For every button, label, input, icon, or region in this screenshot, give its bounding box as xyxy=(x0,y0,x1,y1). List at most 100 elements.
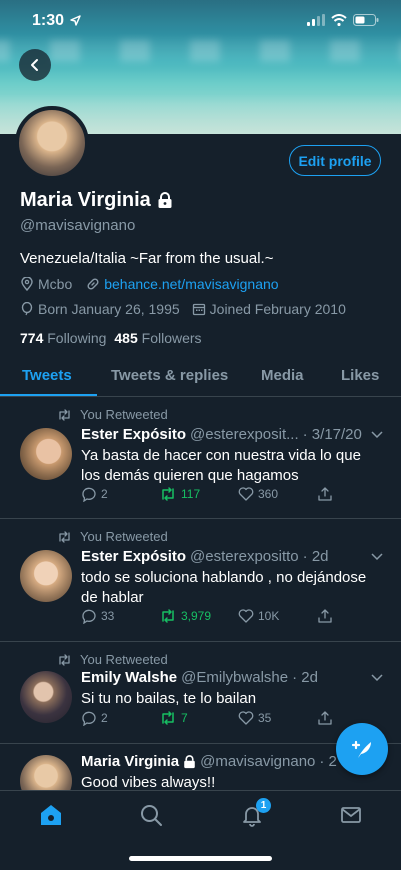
retweet-button[interactable]: 7 xyxy=(159,711,188,725)
reply-icon xyxy=(82,609,96,624)
reply-button[interactable]: 2 xyxy=(81,711,108,726)
tweet-author-handle: @esterexposit... xyxy=(190,426,299,443)
retweet-icon xyxy=(162,487,174,501)
chevron-left-icon xyxy=(31,59,38,71)
retweet-count: 7 xyxy=(181,711,188,725)
retweet-indicator: You Retweeted xyxy=(57,652,168,667)
reply-button[interactable]: 33 xyxy=(81,609,114,624)
status-indicators xyxy=(307,14,379,26)
share-icon xyxy=(318,711,332,725)
edit-profile-button[interactable]: Edit profile xyxy=(289,145,381,176)
tweet-author-name[interactable]: Maria Virginia xyxy=(81,753,179,770)
mail-icon[interactable] xyxy=(339,803,363,827)
retweet-count: 3,979 xyxy=(181,609,212,623)
tweet-header: Ester Expósito @esterexposit... · 3/17/2… xyxy=(81,426,362,443)
reply-icon xyxy=(82,487,96,502)
tweet-item[interactable]: You Retweeted Ester Expósito @esterexpos… xyxy=(0,398,401,519)
search-icon[interactable] xyxy=(139,803,163,827)
followers-label: Followers xyxy=(141,330,202,346)
reply-count: 33 xyxy=(101,609,115,623)
retweet-small-icon xyxy=(59,653,70,666)
share-button[interactable] xyxy=(317,710,333,726)
calendar-icon xyxy=(192,303,205,316)
tweet-author-name[interactable]: Ester Expósito xyxy=(81,548,186,565)
location-arrow-icon xyxy=(70,15,81,26)
tweet-item[interactable]: You Retweeted Ester Expósito @esterexpos… xyxy=(0,520,401,642)
reply-count: 2 xyxy=(101,711,108,725)
tweet-author-name[interactable]: Emily Walshe xyxy=(81,669,177,686)
share-icon xyxy=(318,487,332,501)
tweet-header: Emily Walshe @Emilybwalshe · 2d xyxy=(81,669,318,686)
profile-meta-row: Mcbo behance.net/mavisavignano xyxy=(20,276,279,292)
wifi-icon xyxy=(331,14,347,26)
like-button[interactable]: 10K xyxy=(238,609,279,623)
lock-icon xyxy=(184,754,195,768)
share-button[interactable] xyxy=(317,486,333,502)
tweet-author-name[interactable]: Ester Expósito xyxy=(81,426,186,443)
tweet-avatar[interactable] xyxy=(20,755,72,791)
chevron-down-icon[interactable] xyxy=(371,431,383,439)
retweet-icon xyxy=(162,609,174,623)
profile-joined-date: Joined February 2010 xyxy=(209,301,346,317)
profile-tabs: Tweets Tweets & replies Media Likes xyxy=(0,357,401,397)
tweet-text: Ya basta de hacer con nuestra vida lo qu… xyxy=(81,447,361,484)
tweet-author-handle: @esterexpositto xyxy=(190,548,299,565)
compose-tweet-button[interactable] xyxy=(336,723,388,775)
location-pin-icon xyxy=(21,277,33,291)
following-link[interactable]: 774 Following xyxy=(20,330,106,346)
reply-button[interactable]: 2 xyxy=(81,487,108,502)
profile-birthdate: Born January 26, 1995 xyxy=(38,301,180,317)
tweet-item[interactable]: You Retweeted Emily Walshe @Emilybwalshe… xyxy=(0,643,401,744)
retweet-icon xyxy=(162,711,174,725)
heart-icon xyxy=(238,609,254,623)
tweet-header: Ester Expósito @esterexpositto · 2d xyxy=(81,548,329,565)
chevron-down-icon[interactable] xyxy=(371,674,383,682)
tweet-header: Maria Virginia @mavisavignano · 2 xyxy=(81,753,337,770)
back-button[interactable] xyxy=(19,49,51,81)
retweet-label: You Retweeted xyxy=(80,652,168,667)
profile-location: Mcbo xyxy=(38,276,73,292)
like-count: 360 xyxy=(258,487,279,501)
tab-likes[interactable]: Likes xyxy=(341,367,379,384)
like-count: 35 xyxy=(258,711,272,725)
followers-count: 485 xyxy=(114,330,138,346)
profile-website-link[interactable]: behance.net/mavisavignano xyxy=(104,276,278,292)
followers-link[interactable]: 485 Followers xyxy=(114,330,201,346)
chevron-down-icon[interactable] xyxy=(371,553,383,561)
home-icon[interactable] xyxy=(39,803,63,827)
cellular-signal-icon xyxy=(307,14,325,26)
retweet-small-icon xyxy=(59,408,70,421)
tweet-avatar[interactable] xyxy=(20,428,72,480)
balloon-icon xyxy=(21,302,33,316)
tab-tweets[interactable]: Tweets xyxy=(22,367,72,384)
link-icon xyxy=(87,278,99,290)
profile-bio: Venezuela/Italia ~Far from the usual.~ xyxy=(20,250,274,267)
tweet-time: · 2 xyxy=(319,753,337,770)
tab-media[interactable]: Media xyxy=(261,367,304,384)
share-button[interactable] xyxy=(317,608,333,624)
retweet-button[interactable]: 3,979 xyxy=(159,609,211,623)
tweet-avatar[interactable] xyxy=(20,671,72,723)
status-bar: 1:30 xyxy=(0,0,401,44)
tab-tweets-replies[interactable]: Tweets & replies xyxy=(111,367,228,384)
profile-name-row: Maria Virginia xyxy=(20,189,173,212)
active-tab-indicator xyxy=(0,394,97,396)
tweet-text: todo se soluciona hablando , no dejándos… xyxy=(81,569,367,606)
like-count: 10K xyxy=(258,609,280,623)
following-count: 774 xyxy=(20,330,44,346)
tweet-time: · 2d xyxy=(302,548,329,565)
retweet-count: 117 xyxy=(181,487,201,501)
retweet-small-icon xyxy=(59,530,70,543)
status-time: 1:30 xyxy=(32,12,65,29)
retweet-indicator: You Retweeted xyxy=(57,407,168,422)
like-button[interactable]: 360 xyxy=(238,487,278,501)
reply-count: 2 xyxy=(101,487,108,501)
retweet-button[interactable]: 117 xyxy=(159,487,200,501)
retweet-indicator: You Retweeted xyxy=(57,529,168,544)
like-button[interactable]: 35 xyxy=(238,711,271,725)
heart-icon xyxy=(238,711,254,725)
tweet-time: · 3/17/20 xyxy=(302,426,362,443)
following-label: Following xyxy=(47,330,107,346)
tweet-avatar[interactable] xyxy=(20,550,72,602)
profile-avatar[interactable] xyxy=(15,106,89,180)
